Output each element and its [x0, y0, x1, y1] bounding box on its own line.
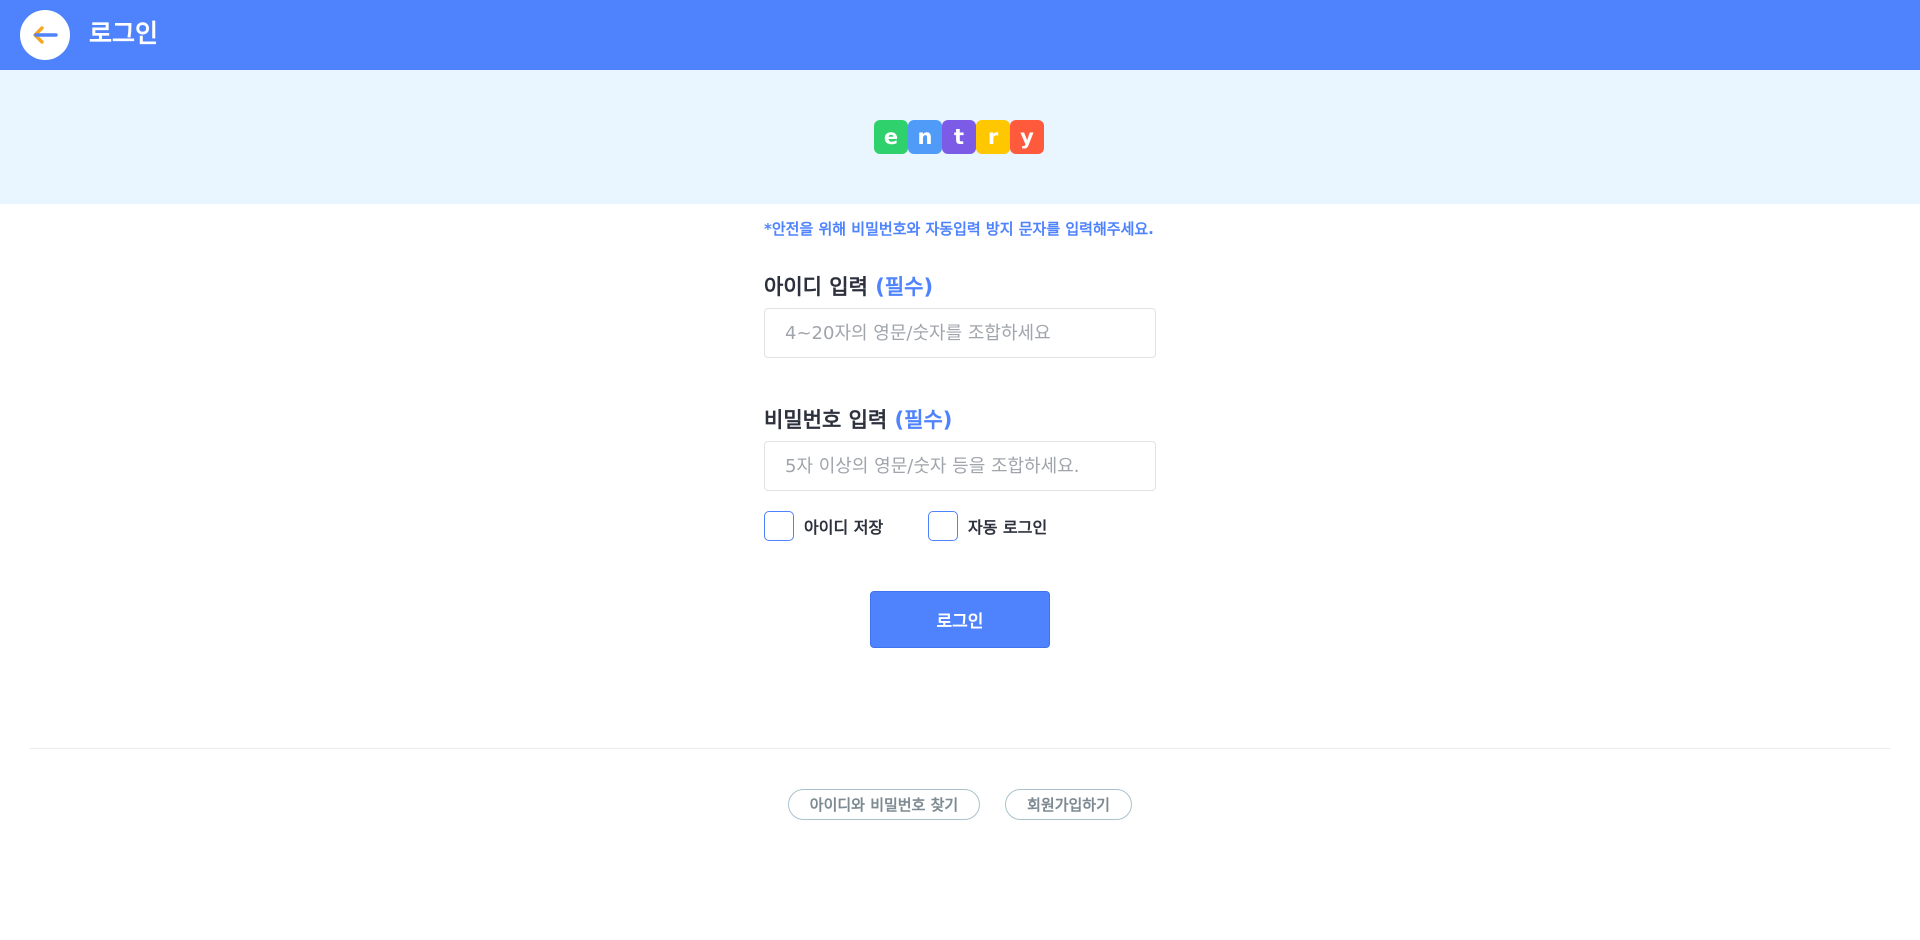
security-notice: *안전을 위해 비밀번호와 자동입력 방지 문자를 입력해주세요. — [764, 220, 1154, 238]
save-id-option[interactable]: 아이디 저장 — [764, 511, 883, 541]
password-input[interactable] — [764, 441, 1156, 491]
logo-letter-t: t — [942, 120, 976, 154]
logo-letter-n: n — [908, 120, 942, 154]
footer-divider — [30, 748, 1890, 749]
arrow-left-icon — [33, 26, 58, 44]
entry-logo: e n t r y — [874, 120, 1044, 154]
app-header: 로그인 — [0, 0, 1920, 70]
logo-band: e n t r y — [0, 70, 1920, 204]
password-label: 비밀번호 입력 (필수) — [764, 404, 952, 434]
password-required-mark: (필수) — [894, 408, 953, 432]
page-title: 로그인 — [89, 19, 159, 48]
save-id-checkbox[interactable] — [764, 511, 794, 541]
auto-login-checkbox[interactable] — [928, 511, 958, 541]
login-button[interactable]: 로그인 — [870, 591, 1050, 648]
auto-login-option[interactable]: 자동 로그인 — [928, 511, 1047, 541]
id-label-text: 아이디 입력 — [764, 275, 868, 299]
logo-letter-y: y — [1010, 120, 1044, 154]
find-account-link[interactable]: 아이디와 비밀번호 찾기 — [788, 789, 980, 820]
id-label: 아이디 입력 (필수) — [764, 271, 933, 301]
id-required-mark: (필수) — [875, 275, 934, 299]
password-label-text: 비밀번호 입력 — [764, 408, 888, 432]
signup-link[interactable]: 회원가입하기 — [1005, 789, 1132, 820]
back-button[interactable] — [20, 10, 70, 60]
auto-login-label[interactable]: 자동 로그인 — [968, 514, 1047, 538]
logo-letter-e: e — [874, 120, 908, 154]
save-id-label[interactable]: 아이디 저장 — [804, 514, 883, 538]
logo-letter-r: r — [976, 120, 1010, 154]
id-input[interactable] — [764, 308, 1156, 358]
